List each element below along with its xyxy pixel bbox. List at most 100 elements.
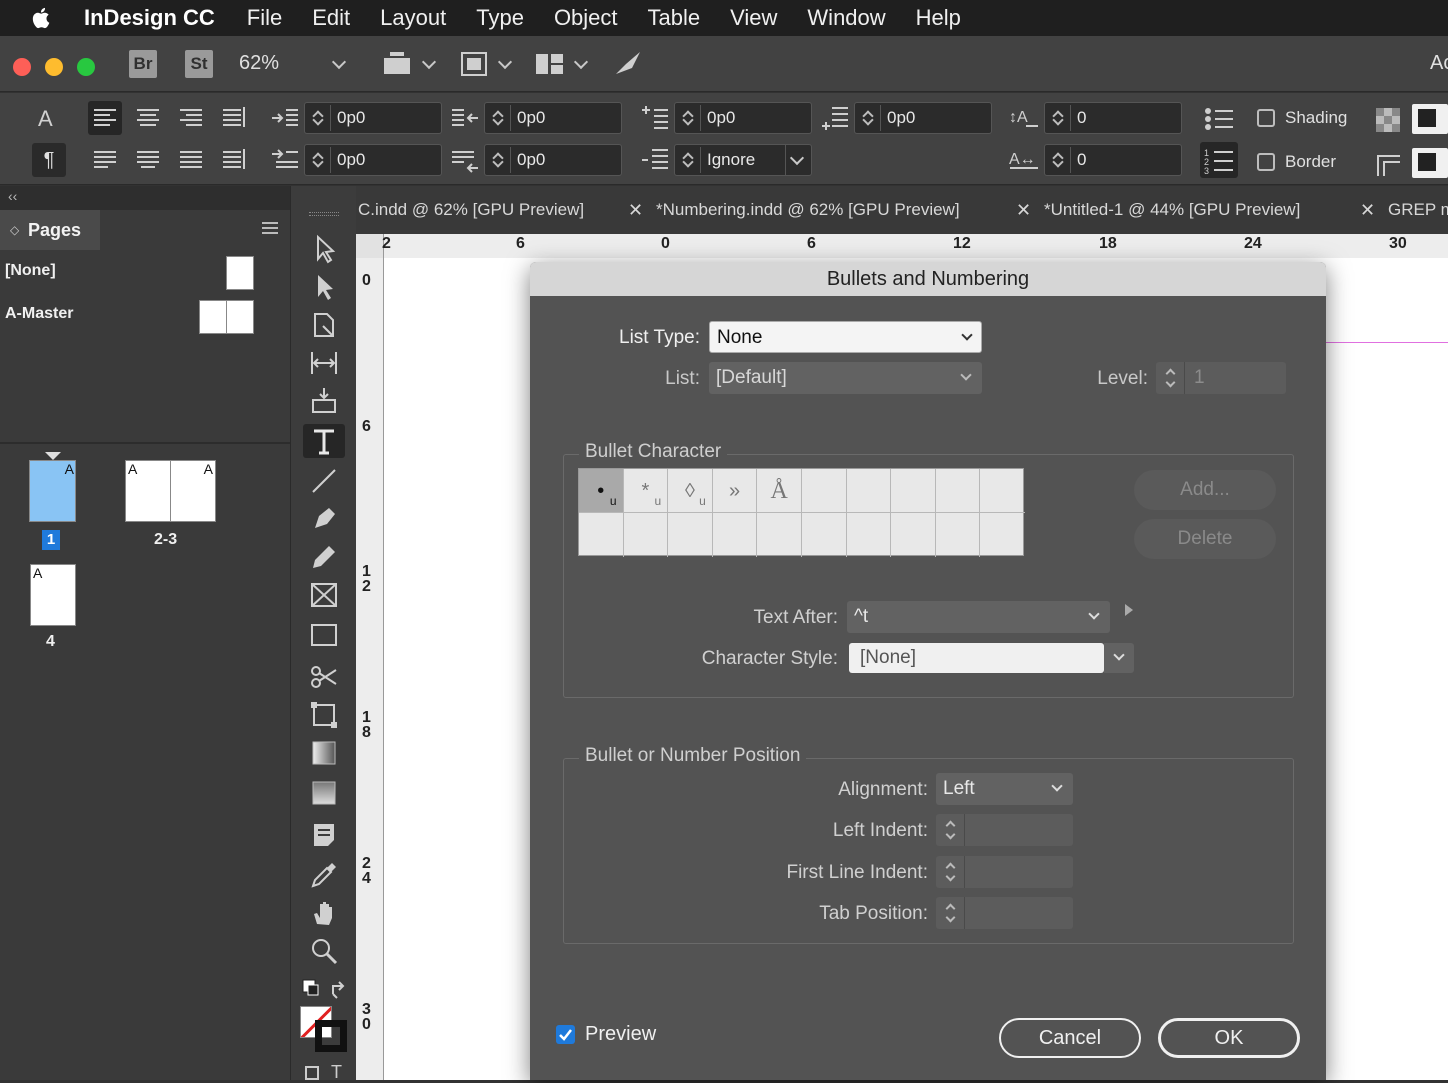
default-fill-stroke-icon[interactable] — [301, 978, 321, 998]
align-towards-spine-button[interactable] — [217, 101, 251, 135]
collapse-panel-icon[interactable]: ‹‹ — [8, 188, 17, 204]
doc-tab-4[interactable]: GREP m — [1388, 200, 1448, 220]
bullet-cell-empty[interactable] — [713, 513, 758, 557]
bulleted-list-icon[interactable] — [1202, 104, 1236, 134]
ruler-origin[interactable] — [356, 234, 384, 258]
close-window-button[interactable] — [13, 58, 31, 76]
text-after-combo[interactable]: ^t — [847, 601, 1110, 633]
line-tool[interactable] — [303, 464, 345, 498]
border-checkbox[interactable] — [1257, 153, 1275, 171]
gradient-feather-tool[interactable] — [303, 776, 345, 810]
stepper-icon[interactable] — [1047, 147, 1071, 173]
gradient-swatch-tool[interactable] — [303, 736, 345, 770]
stepper-icon[interactable] — [307, 105, 331, 131]
alignment-dropdown[interactable]: Left — [936, 773, 1073, 805]
arrange-documents-icon[interactable] — [535, 52, 565, 76]
align-right-button[interactable] — [174, 101, 208, 135]
rectangle-tool[interactable] — [303, 618, 345, 652]
pages-tab[interactable]: ◇ Pages — [0, 210, 100, 250]
eyedropper-tool[interactable] — [303, 858, 345, 892]
master-a-right-thumbnail[interactable] — [226, 300, 254, 334]
close-tab-icon[interactable]: ✕ — [628, 200, 643, 221]
menu-view[interactable]: View — [730, 5, 777, 31]
bullet-cell[interactable]: * u — [623, 469, 669, 513]
cancel-button[interactable]: Cancel — [999, 1018, 1141, 1058]
stepper-icon[interactable] — [677, 147, 701, 173]
app-menu[interactable]: InDesign CC — [84, 5, 215, 31]
type-tool[interactable] — [303, 424, 345, 458]
menu-layout[interactable]: Layout — [380, 5, 446, 31]
pencil-tool[interactable] — [303, 540, 345, 574]
doc-tab-2[interactable]: *Numbering.indd @ 62% [GPU Preview] — [656, 200, 960, 220]
stepper-icon[interactable] — [1165, 365, 1176, 391]
note-tool[interactable] — [303, 818, 345, 852]
panel-grip[interactable] — [309, 212, 339, 216]
workspace-switcher[interactable]: Ac — [1430, 52, 1448, 75]
shading-color-swatch[interactable] — [1412, 104, 1448, 134]
bullet-cell-empty[interactable] — [802, 469, 847, 513]
content-collector-tool[interactable] — [303, 384, 345, 418]
vertical-ruler[interactable]: 0 6 12 18 24 30 — [356, 258, 384, 1080]
first-line-indent-field[interactable]: 0p0 — [304, 144, 442, 176]
bullet-left-indent-field[interactable] — [936, 814, 1073, 846]
scissors-tool[interactable] — [303, 660, 345, 694]
swap-fill-stroke-icon[interactable] — [329, 980, 349, 1000]
numbered-list-button[interactable]: 123 — [1200, 142, 1238, 178]
align-center-button[interactable] — [131, 101, 165, 135]
preview-label[interactable]: Preview — [585, 1023, 656, 1046]
master-a-left-thumbnail[interactable] — [199, 300, 227, 334]
bullet-cell-empty[interactable] — [891, 513, 936, 557]
menu-edit[interactable]: Edit — [312, 5, 350, 31]
drop-cap-lines-field[interactable]: 0 — [1044, 102, 1182, 134]
tab-position-field[interactable] — [936, 897, 1073, 929]
bullet-cell[interactable]: Å — [757, 469, 802, 513]
free-transform-tool[interactable] — [303, 698, 345, 732]
last-line-indent-field[interactable]: 0p0 — [484, 144, 622, 176]
paragraph-formatting-icon[interactable]: ¶ — [32, 143, 66, 177]
stepper-icon[interactable] — [487, 105, 511, 131]
add-bullet-button[interactable]: Add... — [1134, 470, 1276, 510]
horizontal-ruler[interactable]: 2 6 0 6 12 18 24 30 — [356, 234, 1448, 258]
left-indent-field[interactable]: 0p0 — [304, 102, 442, 134]
menu-type[interactable]: Type — [476, 5, 524, 31]
stepper-icon[interactable] — [487, 147, 511, 173]
bullet-cell-empty[interactable] — [891, 469, 936, 513]
bullet-cell-empty[interactable] — [802, 513, 847, 557]
stepper-icon[interactable] — [1047, 105, 1071, 131]
bullet-cell[interactable]: • u — [579, 469, 624, 513]
border-settings-icon[interactable] — [1374, 150, 1402, 178]
border-color-swatch[interactable] — [1412, 148, 1448, 178]
screen-mode-icon[interactable] — [459, 50, 489, 78]
space-after-field[interactable]: 0p0 — [854, 102, 992, 134]
bullet-cell-empty[interactable] — [847, 513, 892, 557]
master-none-thumbnail[interactable] — [226, 256, 254, 290]
bullet-first-line-indent-field[interactable] — [936, 856, 1073, 888]
drop-cap-chars-field[interactable]: 0 — [1044, 144, 1182, 176]
ok-button[interactable]: OK — [1158, 1018, 1300, 1058]
apple-logo-icon[interactable] — [30, 6, 54, 30]
list-type-dropdown[interactable]: None — [709, 321, 982, 353]
publish-online-icon[interactable] — [612, 48, 644, 78]
bullet-cell-empty[interactable] — [579, 513, 624, 557]
justify-left-button[interactable] — [88, 143, 122, 177]
doc-tab-1[interactable]: C.indd @ 62% [GPU Preview] — [358, 200, 584, 220]
menu-object[interactable]: Object — [554, 5, 618, 31]
justify-center-button[interactable] — [131, 143, 165, 177]
menu-help[interactable]: Help — [916, 5, 961, 31]
master-none[interactable]: [None] — [5, 262, 56, 280]
page-tool[interactable] — [303, 308, 345, 342]
bullet-cell-empty[interactable] — [757, 513, 802, 557]
right-indent-field[interactable]: 0p0 — [484, 102, 622, 134]
character-style-dropdown[interactable]: [None] — [849, 643, 1104, 673]
align-left-button[interactable] — [88, 101, 122, 135]
menu-file[interactable]: File — [247, 5, 282, 31]
panel-menu-icon[interactable] — [262, 222, 278, 234]
bullet-cell-empty[interactable] — [668, 513, 713, 557]
level-field[interactable]: 1 — [1156, 362, 1286, 394]
preview-checkbox[interactable] — [556, 1025, 575, 1044]
view-options-icon[interactable] — [382, 50, 414, 78]
stepper-icon[interactable] — [857, 105, 881, 131]
hand-tool[interactable] — [303, 896, 345, 930]
stroke-swatch[interactable] — [315, 1020, 347, 1052]
page-2-thumbnail[interactable]: A — [125, 460, 171, 522]
